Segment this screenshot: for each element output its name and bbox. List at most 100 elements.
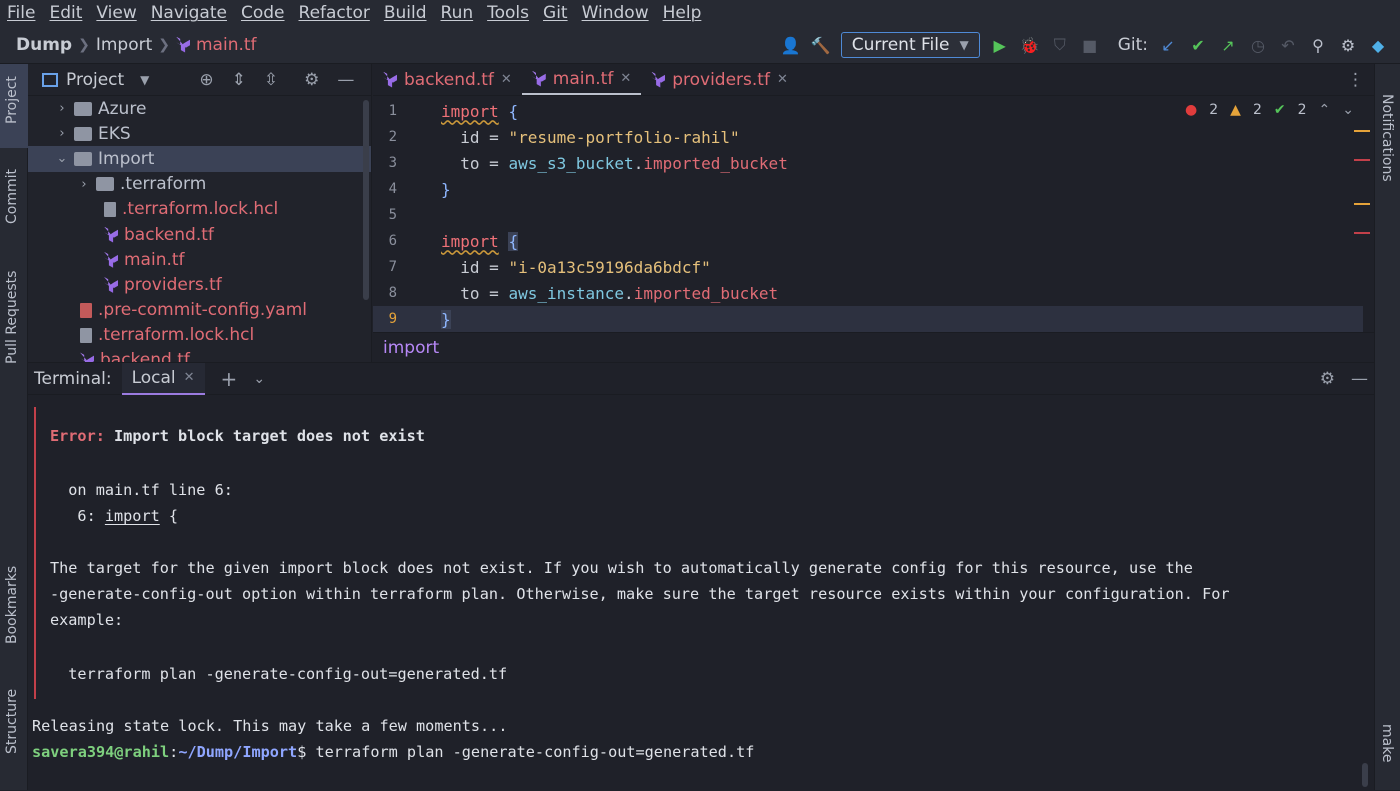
ide-logo-icon[interactable]: ◆ [1368,35,1388,55]
menu-build[interactable]: Build [377,3,434,23]
tree-item-terraform-dir[interactable]: › .terraform [28,172,371,197]
gear-icon[interactable]: ⚙ [1320,369,1335,389]
project-panel-title[interactable]: Project [66,70,124,90]
tree-item-label: .terraform.lock.hcl [122,199,279,220]
folder-icon [74,126,92,141]
menu-edit[interactable]: Edit [42,3,89,23]
menu-tools[interactable]: Tools [480,3,536,23]
operator: = [489,127,499,147]
tree-item-label: .terraform.lock.hcl [98,325,255,346]
add-icon[interactable]: + [221,367,238,391]
tab-main-tf[interactable]: main.tf ✕ [521,64,642,95]
git-push-icon[interactable]: ↗ [1218,35,1238,55]
locate-icon[interactable]: ⊕ [199,70,213,90]
expand-all-icon[interactable]: ⇕ [232,70,246,90]
code-area[interactable]: 1 import { 2 id = "resume-portfolio-rahi… [373,96,1374,332]
tab-backend-tf[interactable]: backend.tf ✕ [373,64,522,95]
menu-code[interactable]: Code [234,3,292,23]
tree-item-eks[interactable]: › EKS [28,121,371,146]
chevron-down-icon[interactable]: ⌄ [56,151,68,166]
breadcrumb-root[interactable]: Dump [16,35,72,55]
gear-icon[interactable]: ⚙ [1338,35,1358,55]
chevron-right-icon[interactable]: › [56,126,68,141]
collapse-all-icon[interactable]: ⇳ [264,70,278,90]
breadcrumb-folder[interactable]: Import [96,35,152,55]
chevron-right-icon[interactable]: › [78,177,90,192]
folder-icon [74,101,92,116]
run-configuration-select[interactable]: Current File ▼ [840,32,980,58]
tree-item-backend-tf[interactable]: backend.tf [28,222,371,247]
menu-window[interactable]: Window [575,3,656,23]
close-icon[interactable]: ✕ [777,72,788,87]
tree-item-import[interactable]: ⌄ Import [28,146,371,172]
project-scrollbar[interactable] [363,100,369,300]
terminal-scrollbar[interactable] [1362,763,1368,787]
tab-providers-tf[interactable]: providers.tf ✕ [641,64,798,95]
close-icon[interactable]: ✕ [501,72,512,87]
editor-breadcrumb: import [373,332,1374,362]
terminal-output[interactable]: Error: Import block target does not exis… [28,397,1368,791]
more-options-icon[interactable]: ⋮ [1347,64,1374,95]
project-tool-button[interactable]: Project [4,76,20,124]
commit-tool-button[interactable]: Commit [4,169,20,224]
rollback-icon[interactable]: ↶ [1278,35,1298,55]
tree-item-label: backend.tf [100,350,190,362]
error-marker[interactable] [1354,159,1370,161]
menu-view[interactable]: View [89,3,143,23]
build-hammer-icon[interactable]: 🔨 [811,35,831,55]
debug-icon[interactable]: 🐞 [1020,35,1040,55]
bookmarks-tool-button[interactable]: Bookmarks [4,566,20,644]
close-icon[interactable]: ✕ [184,370,195,385]
tree-item-root-lock-file[interactable]: .terraform.lock.hcl [28,323,371,348]
run-icon[interactable]: ▶ [990,35,1010,55]
error-marker[interactable] [1354,232,1370,234]
editor-breadcrumb-item[interactable]: import [383,338,439,358]
line-number: 3 [388,155,397,171]
git-commit-icon[interactable]: ✔ [1188,35,1208,55]
tree-item-label: .pre-commit-config.yaml [98,300,307,321]
git-update-icon[interactable]: ↙ [1158,35,1178,55]
menu-run[interactable]: Run [434,3,481,23]
stop-icon[interactable]: ■ [1080,35,1100,55]
code-line-8: 8 to = aws_instance.imported_bucket [373,280,1363,306]
pull-requests-tool-button[interactable]: Pull Requests [4,271,20,364]
warning-marker[interactable] [1354,130,1370,132]
minimize-icon[interactable]: — [1351,369,1368,389]
tab-label: Local [131,367,176,388]
tree-item-root-backend-tf[interactable]: backend.tf [28,348,371,362]
chevron-down-icon[interactable]: ⌄ [253,371,265,387]
menu-bar: File Edit View Navigate Code Refactor Bu… [0,0,1400,26]
chevron-right-icon[interactable]: › [56,101,68,116]
tree-item-main-tf[interactable]: main.tf [28,247,371,272]
keyword: import [441,101,499,121]
structure-tool-button[interactable]: Structure [4,689,20,754]
notifications-tool-button[interactable]: Notifications [1379,94,1395,182]
menu-git[interactable]: Git [536,3,575,23]
tree-item-azure[interactable]: › Azure [28,96,371,121]
user-icon[interactable]: 👤 [781,35,801,55]
chevron-down-icon[interactable]: ▼ [140,73,149,87]
menu-navigate[interactable]: Navigate [144,3,234,23]
tree-item-precommit[interactable]: .pre-commit-config.yaml [28,298,371,323]
menu-refactor[interactable]: Refactor [292,3,377,23]
menu-file[interactable]: File [0,3,42,23]
menu-help[interactable]: Help [656,3,709,23]
project-panel-header: Project ▼ ⊕ ⇕ ⇳ ⚙ — [28,64,371,96]
operator: = [489,257,499,277]
brace: { [508,231,519,251]
gear-icon[interactable]: ⚙ [304,70,319,90]
error-title: Import block target does not exist [114,427,425,445]
tree-item-lock-file[interactable]: .terraform.lock.hcl [28,197,371,222]
breadcrumb-file[interactable]: main.tf [196,35,257,55]
minimize-icon[interactable]: — [337,70,354,90]
coverage-icon[interactable]: ⛉ [1050,35,1070,55]
warning-marker[interactable] [1354,203,1370,205]
tree-item-providers-tf[interactable]: providers.tf [28,272,371,297]
history-icon[interactable]: ◷ [1248,35,1268,55]
tab-terminal-local[interactable]: Local ✕ [121,362,205,395]
close-icon[interactable]: ✕ [620,71,631,86]
make-tool-button[interactable]: make [1379,724,1395,762]
tree-item-label: Import [98,148,155,169]
tree-item-label: backend.tf [124,224,214,245]
search-icon[interactable]: ⚲ [1308,35,1328,55]
